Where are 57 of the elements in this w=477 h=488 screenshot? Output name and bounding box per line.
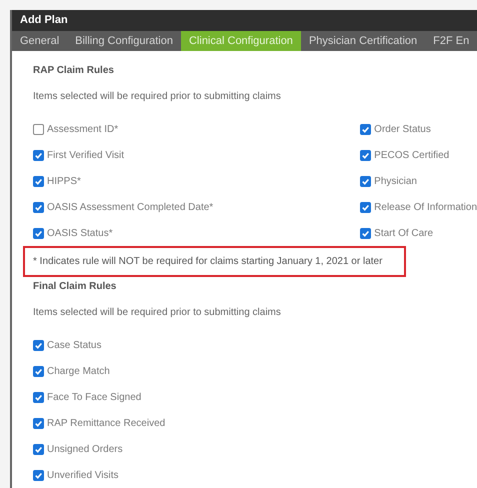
checkbox[interactable] [33,366,44,376]
checkbox-label: Face To Face Signed [47,390,142,404]
checkbox-label: Release Of Information [374,200,477,214]
tab[interactable]: F2F En [425,31,477,51]
checkbox-label: HIPPS* [47,174,81,188]
checkbox-label: OASIS Status* [47,226,113,240]
window-title: Add Plan [20,13,68,28]
checkmark-icon [34,366,43,376]
checkbox-label: Order Status [374,122,431,136]
checkmark-icon [361,150,370,160]
checkbox-label: Physician [374,174,417,188]
checkbox[interactable] [33,228,44,238]
checkmark-icon [361,228,370,238]
checkbox[interactable] [360,150,372,160]
checkbox[interactable] [33,124,44,134]
checkbox[interactable] [33,150,44,160]
checkbox-label: First Verified Visit [47,148,124,162]
section-heading: RAP Claim Rules [33,64,115,78]
tab[interactable]: Physician Certification [300,31,426,51]
checkbox[interactable] [360,202,372,212]
checkmark-icon [34,150,43,160]
checkbox-label: Case Status [47,338,102,352]
checkbox-label: Charge Match [47,364,110,378]
checkbox-label: Start Of Care [374,226,434,240]
checkbox[interactable] [33,392,44,402]
checkbox-label: RAP Remittance Received [47,416,166,430]
tab[interactable]: Billing Configuration [67,31,181,51]
checkbox-label: PECOS Certified [374,148,450,162]
section-heading: Final Claim Rules [33,280,118,294]
checkbox[interactable] [33,418,44,428]
checkmark-icon [34,418,43,428]
checkmark-icon [34,392,43,402]
tab[interactable]: General [12,31,68,51]
checkmark-icon [34,228,43,238]
checkbox[interactable] [360,124,372,134]
checkmark-icon [34,470,43,480]
checkmark-icon [34,202,43,212]
checkbox[interactable] [360,176,372,186]
checkmark-icon [361,202,370,212]
checkbox[interactable] [33,470,44,480]
checkbox[interactable] [33,176,44,186]
checkbox-label: Unsigned Orders [47,442,123,456]
checkmark-icon [361,124,370,134]
checkbox-label: Assessment ID* [47,122,118,136]
checkbox[interactable] [360,228,372,238]
checkmark-icon [34,340,43,350]
checkbox[interactable] [33,444,44,454]
note-text: * Indicates rule will NOT be required for claims starting January 1, 2021 or later [33,255,382,269]
checkmark-icon [34,176,43,186]
checkbox[interactable] [33,202,44,212]
section-subtitle: Items selected will be required prior to submitting claims [33,306,282,320]
checkmark-icon [361,176,370,186]
checkbox-label: OASIS Assessment Completed Date* [47,200,214,214]
checkbox-label: Unverified Visits [47,468,119,482]
checkbox[interactable] [33,340,44,350]
section-subtitle: Items selected will be required prior to submitting claims [33,90,282,104]
checkmark-icon [34,444,43,454]
